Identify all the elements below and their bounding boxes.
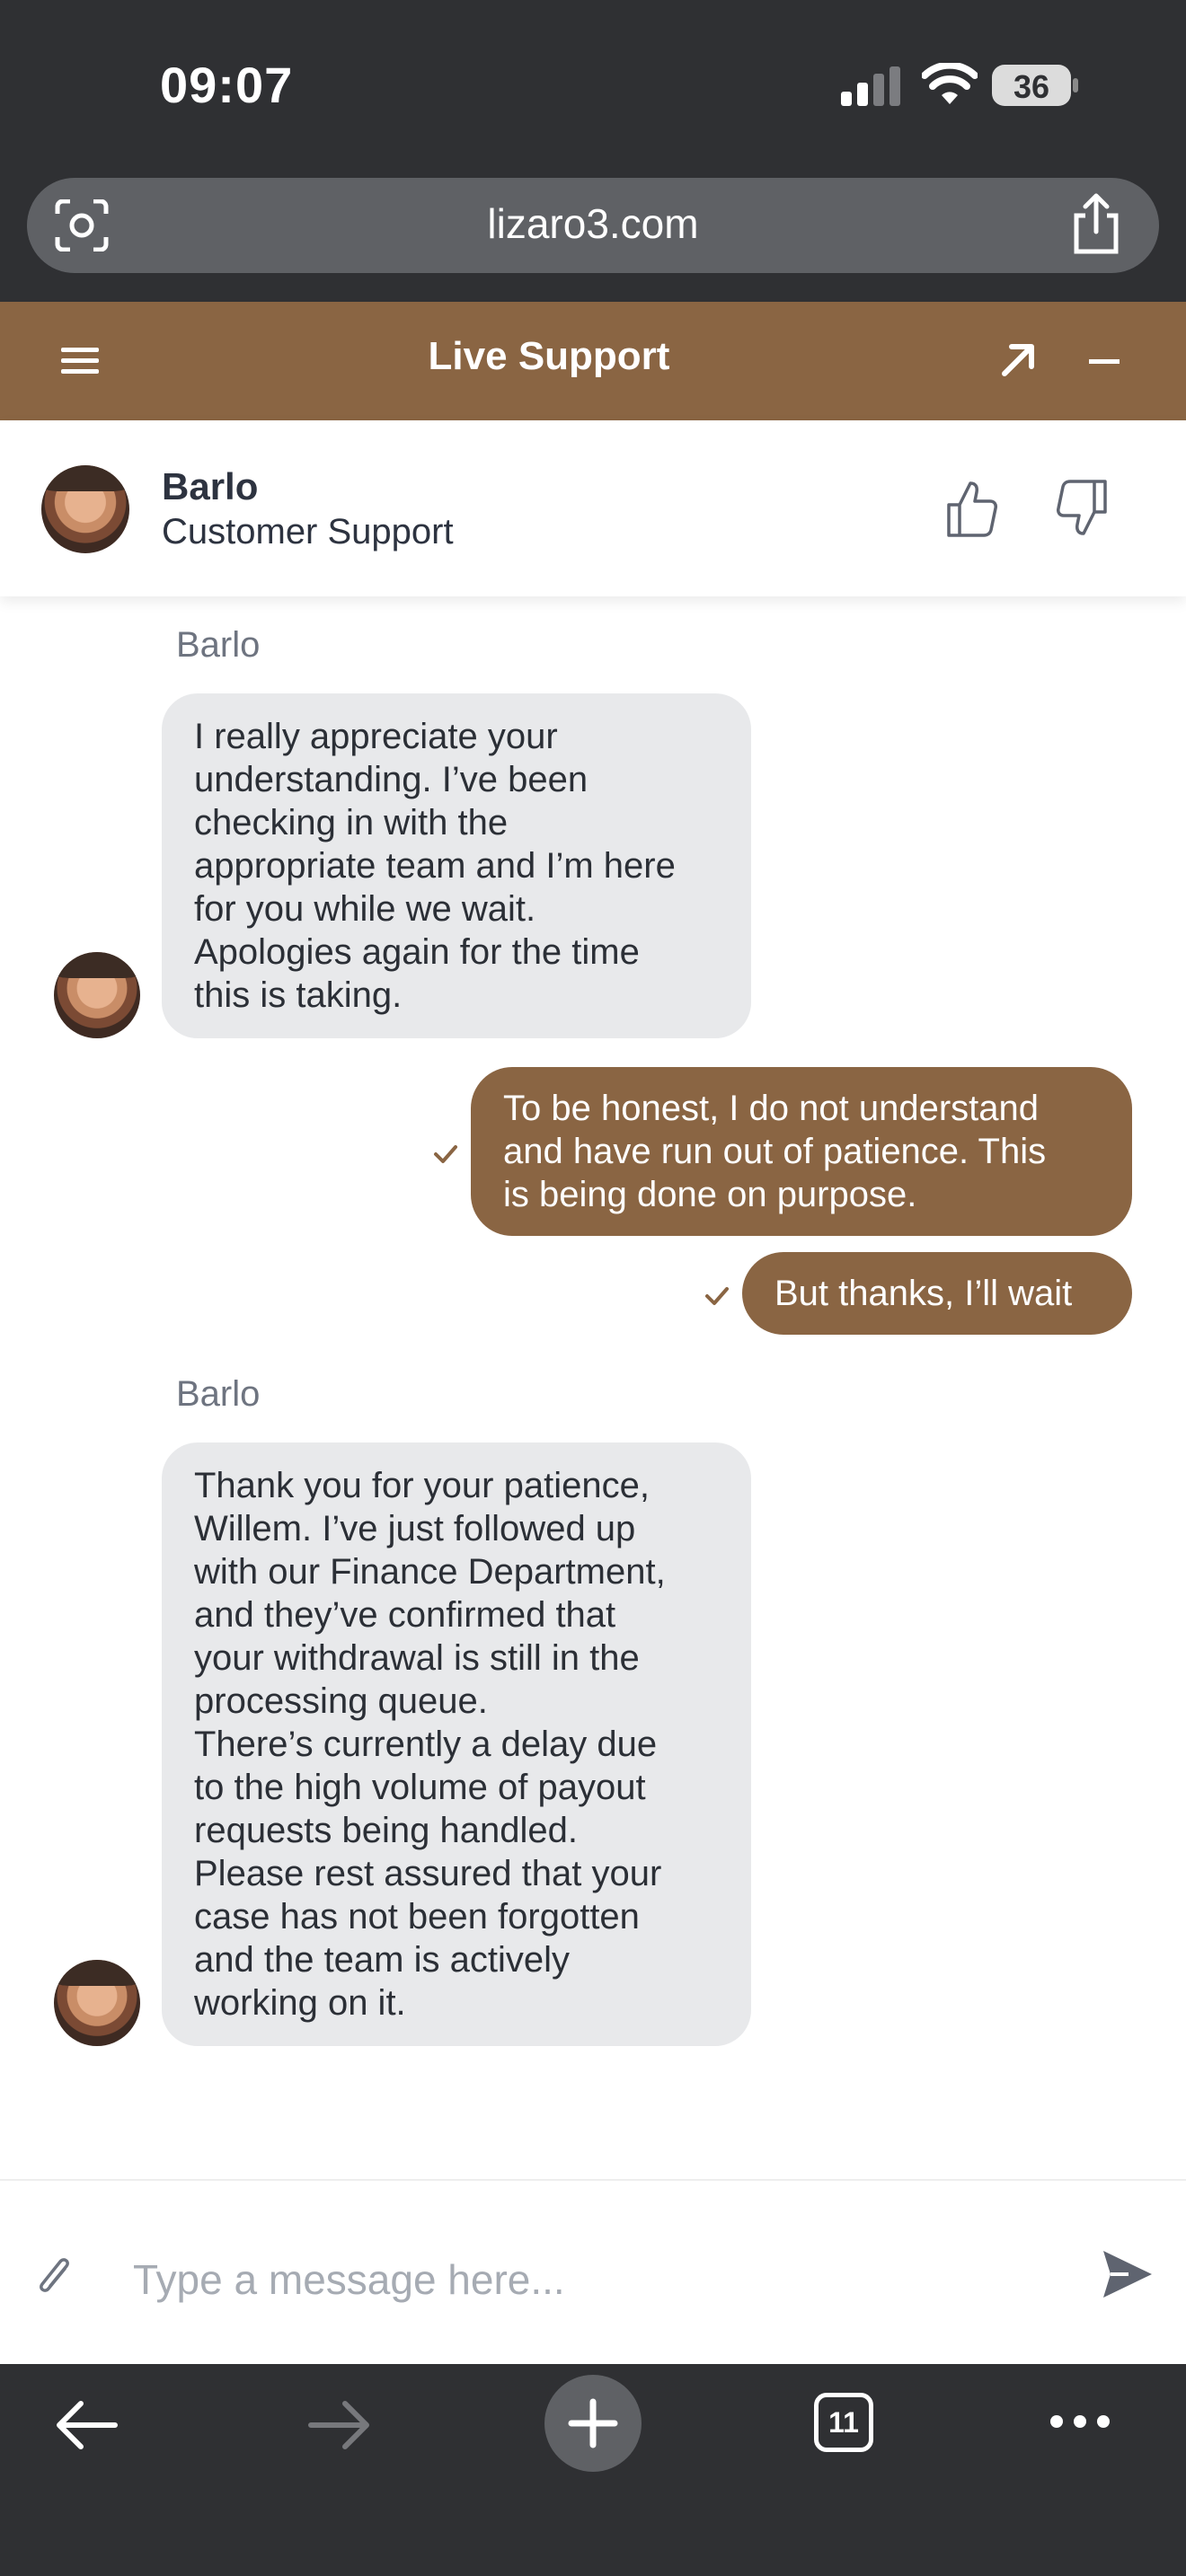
message-line: understanding. I’ve been [194, 760, 589, 799]
more-icon[interactable] [1048, 2413, 1112, 2430]
message-line: Please rest assured that your [194, 1854, 662, 1893]
thumb-up-icon[interactable] [945, 480, 997, 537]
avatar [41, 465, 129, 553]
minimize-icon[interactable] [1089, 359, 1120, 364]
message-line: for you while we wait. [194, 889, 536, 929]
wifi-icon [922, 63, 978, 104]
input-divider [0, 2179, 1186, 2181]
back-icon[interactable] [52, 2398, 120, 2452]
outgoing-message-bubble: But thanks, I’ll wait [742, 1252, 1132, 1335]
message-line: Willem. I’ve just followed up [194, 1509, 636, 1548]
agent-card [0, 420, 1186, 596]
message-line: your withdrawal is still in the [194, 1638, 640, 1678]
status-time: 09:07 [160, 57, 294, 113]
url-text[interactable]: lizaro3.com [0, 199, 1186, 248]
message-line: Thank you for your patience, [194, 1466, 650, 1505]
message-line: But thanks, I’ll wait [774, 1274, 1073, 1313]
battery-indicator: 36 [992, 65, 1078, 108]
message-line: requests being handled. [194, 1811, 578, 1850]
battery-level: 36 [1013, 68, 1050, 105]
thumb-down-icon[interactable] [1057, 480, 1109, 537]
message-line: is being done on purpose. [503, 1175, 917, 1214]
message-line: processing queue. [194, 1681, 488, 1721]
agent-name: Barlo [162, 465, 259, 507]
message-line: with our Finance Department, [194, 1552, 666, 1592]
message-line: case has not been forgotten [194, 1897, 640, 1936]
check-icon [705, 1287, 729, 1305]
message-sender: Barlo [176, 1374, 261, 1414]
message-line: I really appreciate your [194, 717, 558, 756]
plus-icon [568, 2398, 618, 2448]
message-line: appropriate team and I’m here [194, 846, 676, 886]
message-line: to the high volume of payout [194, 1768, 646, 1807]
message-line: and they’ve confirmed that [194, 1595, 616, 1635]
message-input[interactable] [131, 2245, 1060, 2314]
incoming-message-bubble: Thank you for your patience, Willem. I’v… [162, 1442, 751, 2046]
message-line: checking in with the [194, 803, 509, 842]
message-line: Apologies again for the time [194, 932, 640, 972]
outgoing-message-bubble: To be honest, I do not understand and ha… [471, 1067, 1132, 1236]
attach-icon[interactable] [34, 2251, 74, 2301]
tab-count: 11 [828, 2406, 859, 2439]
tabs-button[interactable]: 11 [814, 2393, 873, 2452]
message-line: this is taking. [194, 975, 403, 1015]
share-icon[interactable] [1069, 192, 1123, 255]
send-icon[interactable] [1102, 2249, 1154, 2299]
cellular-signal-icon [841, 66, 900, 106]
avatar [54, 952, 140, 1038]
avatar [54, 1960, 140, 2046]
expand-icon[interactable] [999, 341, 1037, 379]
message-line: working on it. [194, 1983, 406, 2023]
message-line: There’s currently a delay due [194, 1725, 658, 1764]
message-line: and the team is actively [194, 1940, 570, 1980]
check-icon [434, 1145, 457, 1163]
agent-role: Customer Support [162, 512, 454, 551]
chat-title: Live Support [428, 334, 670, 378]
incoming-message-bubble: I really appreciate your understanding. … [162, 693, 751, 1038]
new-tab-button[interactable] [544, 2375, 642, 2472]
message-line: and have run out of patience. This [503, 1132, 1047, 1171]
forward-icon[interactable] [305, 2398, 374, 2452]
message-line: To be honest, I do not understand [503, 1089, 1039, 1128]
message-sender: Barlo [176, 625, 261, 665]
